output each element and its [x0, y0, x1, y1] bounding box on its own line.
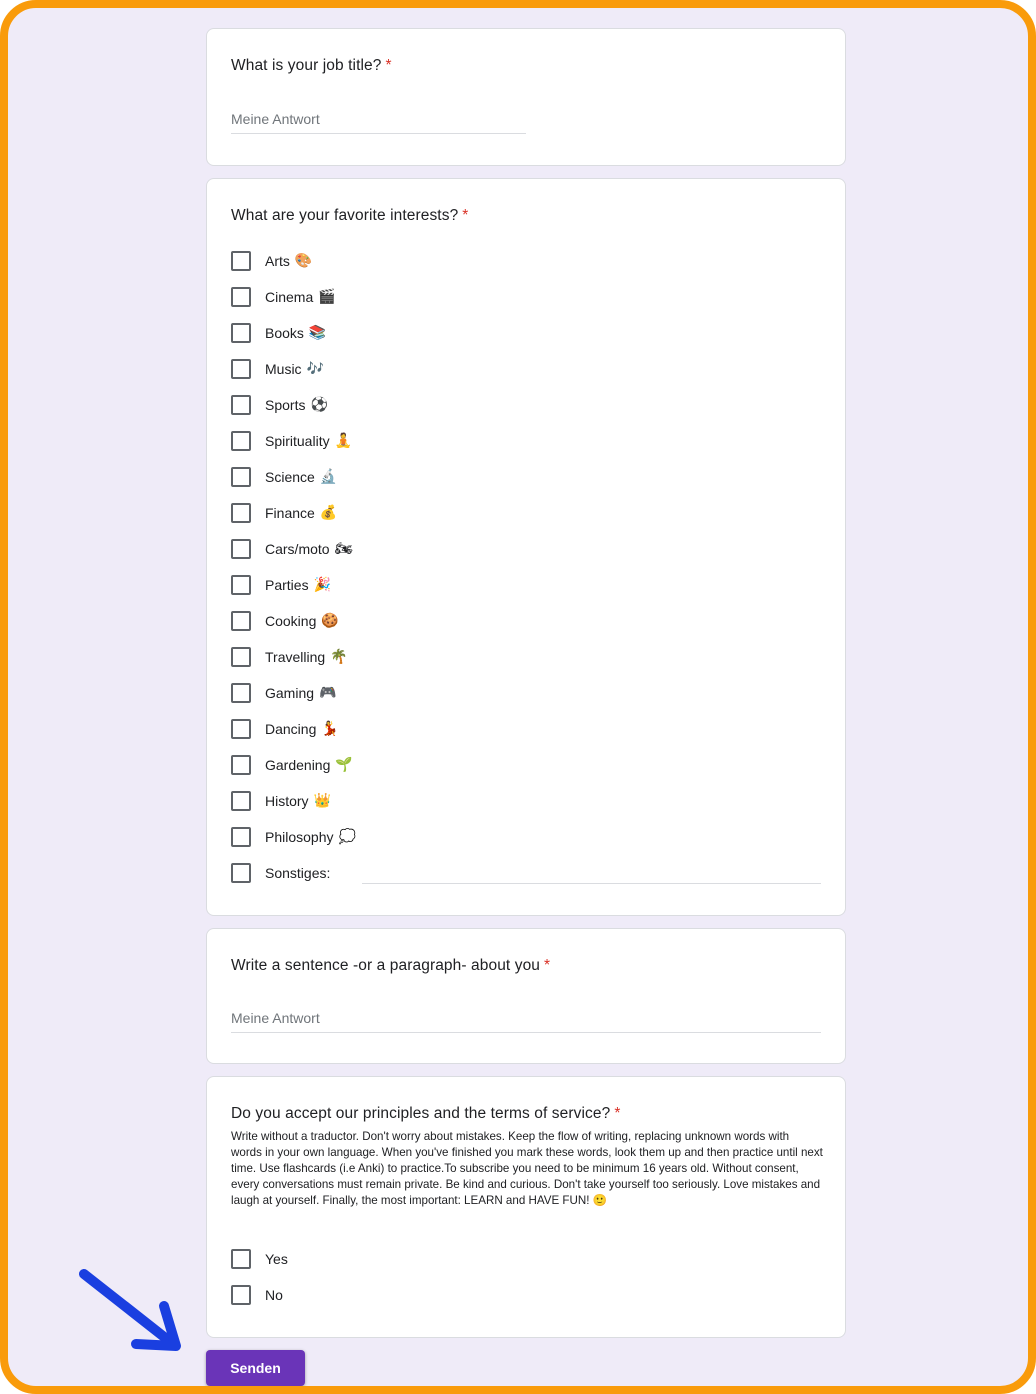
- checkbox-option-philosophy[interactable]: Philosophy 💭: [231, 826, 356, 848]
- checkbox-option-no[interactable]: No: [231, 1284, 283, 1306]
- checkbox[interactable]: [231, 251, 251, 271]
- motorcycle-icon: 🏍: [334, 541, 353, 557]
- option-label: Books: [265, 325, 304, 341]
- microscope-icon: 🔬: [319, 469, 338, 485]
- checkbox[interactable]: [231, 395, 251, 415]
- checkbox[interactable]: [231, 755, 251, 775]
- checkbox-option-cars-moto[interactable]: Cars/moto 🏍: [231, 538, 352, 560]
- required-asterisk: *: [544, 957, 551, 974]
- option-label: Finance: [265, 505, 315, 521]
- checkbox[interactable]: [231, 467, 251, 487]
- question-card-interests: What are your favorite interests? * Arts 🎨…: [206, 178, 846, 916]
- checkbox[interactable]: [231, 287, 251, 307]
- checkbox[interactable]: [231, 1285, 251, 1305]
- option-label: Gaming: [265, 685, 315, 701]
- checkbox-option-spirituality[interactable]: Spirituality 🧘: [231, 430, 352, 452]
- checkbox[interactable]: [231, 719, 251, 739]
- checkbox-option-sports[interactable]: Sports ⚽: [231, 394, 328, 416]
- palette-icon: 🎨: [294, 253, 313, 269]
- checkbox-option-arts[interactable]: Arts 🎨: [231, 250, 312, 272]
- checkbox-option-science[interactable]: Science 🔬: [231, 466, 337, 488]
- checkbox-option-music[interactable]: Music 🎶: [231, 358, 324, 380]
- option-label: Gardening: [265, 757, 331, 773]
- checkbox-option-history[interactable]: History 👑: [231, 790, 331, 812]
- checkbox-option-gaming[interactable]: Gaming 🎮: [231, 682, 336, 704]
- option-label: Cars/moto: [265, 541, 330, 557]
- checkbox[interactable]: [231, 683, 251, 703]
- checkbox-option-finance[interactable]: Finance 💰: [231, 502, 337, 524]
- option-label: Spirituality: [265, 433, 330, 449]
- palm-tree-icon: 🌴: [330, 649, 348, 665]
- option-label: Music: [265, 361, 302, 377]
- crown-icon: 👑: [313, 793, 331, 809]
- checkbox-option-travelling[interactable]: Travelling 🌴: [231, 646, 348, 668]
- thought-bubble-icon: 💭: [338, 829, 356, 845]
- form-page: What is your job title? * Meine Antwort W…: [0, 0, 1036, 1394]
- option-label: Arts: [265, 253, 290, 269]
- checkbox[interactable]: [231, 323, 251, 343]
- input-placeholder: Meine Antwort: [231, 1010, 320, 1026]
- clapperboard-icon: 🎬: [318, 289, 336, 305]
- books-icon: 📚: [308, 325, 327, 341]
- seedling-icon: 🌱: [335, 757, 353, 773]
- question-card-job: What is your job title? * Meine Antwort: [206, 28, 846, 166]
- option-label: Sonstiges:: [265, 865, 331, 881]
- option-label: Yes: [265, 1251, 288, 1267]
- checkbox-option-cooking[interactable]: Cooking 🍪: [231, 610, 339, 632]
- question-title: Do you accept our principles and the ter…: [231, 1105, 621, 1122]
- option-label: Cooking: [265, 613, 317, 629]
- checkbox[interactable]: [231, 431, 251, 451]
- option-label: Cinema: [265, 289, 314, 305]
- question-card-about: Write a sentence -or a paragraph- about …: [206, 928, 846, 1064]
- question-card-terms: Do you accept our principles and the ter…: [206, 1076, 846, 1338]
- checkbox-option-parties[interactable]: Parties 🎉: [231, 574, 331, 596]
- option-label: No: [265, 1287, 283, 1303]
- checkbox-option-dancing[interactable]: Dancing 💃: [231, 718, 339, 740]
- option-label: Sports: [265, 397, 306, 413]
- checkbox[interactable]: [231, 1249, 251, 1269]
- meditation-icon: 🧘: [334, 433, 353, 449]
- cookie-icon: 🍪: [321, 613, 339, 629]
- checkbox[interactable]: [231, 863, 251, 883]
- money-bag-icon: 💰: [319, 505, 338, 521]
- checkbox[interactable]: [231, 827, 251, 847]
- option-label: Travelling: [265, 649, 326, 665]
- option-label: Science: [265, 469, 315, 485]
- option-label: Parties: [265, 577, 309, 593]
- checkbox-option-other[interactable]: Sonstiges:: [231, 862, 330, 884]
- required-asterisk: *: [385, 57, 392, 74]
- checkbox-option-cinema[interactable]: Cinema 🎬: [231, 286, 336, 308]
- question-title: What are your favorite interests? *: [231, 207, 469, 224]
- option-label: History: [265, 793, 309, 809]
- soccer-ball-icon: ⚽: [310, 397, 328, 413]
- game-controller-icon: 🎮: [319, 685, 337, 701]
- checkbox[interactable]: [231, 539, 251, 559]
- required-asterisk: *: [462, 207, 469, 224]
- checkbox[interactable]: [231, 359, 251, 379]
- party-popper-icon: 🎉: [313, 577, 332, 593]
- option-label: Dancing: [265, 721, 317, 737]
- checkbox[interactable]: [231, 647, 251, 667]
- checkbox-option-books[interactable]: Books 📚: [231, 322, 326, 344]
- checkbox[interactable]: [231, 611, 251, 631]
- input-placeholder: Meine Antwort: [231, 111, 320, 127]
- music-notes-icon: 🎶: [306, 361, 324, 377]
- question-title: What is your job title? *: [231, 57, 392, 74]
- question-title: Write a sentence -or a paragraph- about …: [231, 957, 551, 974]
- question-description: Write without a traductor. Don't worry a…: [231, 1130, 823, 1207]
- checkbox-option-yes[interactable]: Yes: [231, 1248, 288, 1270]
- checkbox-option-gardening[interactable]: Gardening 🌱: [231, 754, 353, 776]
- submit-button[interactable]: Senden: [206, 1350, 305, 1386]
- arrow-annotation-icon: [79, 1269, 181, 1351]
- checkbox[interactable]: [231, 791, 251, 811]
- checkbox[interactable]: [231, 575, 251, 595]
- dancer-icon: 💃: [321, 721, 339, 737]
- other-text-input[interactable]: [362, 883, 821, 884]
- checkbox[interactable]: [231, 503, 251, 523]
- about-you-input[interactable]: Meine Antwort: [231, 1010, 821, 1033]
- required-asterisk: *: [614, 1105, 621, 1122]
- job-title-input[interactable]: Meine Antwort: [231, 111, 526, 134]
- option-label: Philosophy: [265, 829, 334, 845]
